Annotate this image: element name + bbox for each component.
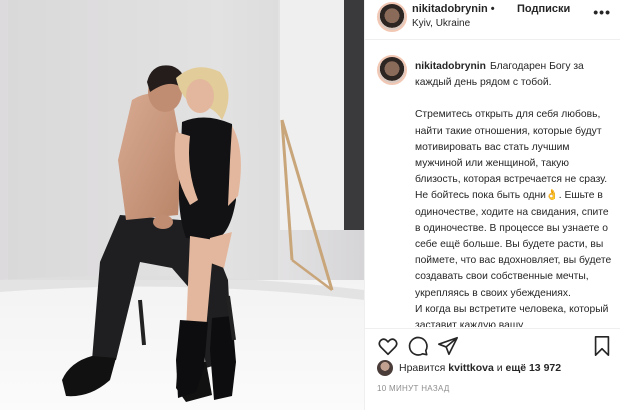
following-button[interactable]: Подписки (517, 3, 570, 15)
likes-count[interactable]: ещё 13 972 (506, 362, 562, 374)
more-options-icon[interactable]: ••• (593, 4, 611, 20)
caption-paragraph-2: Не бойтесь пока быть одни👌. Ешьте в один… (415, 190, 612, 299)
liker-avatar[interactable] (377, 360, 393, 376)
likes-summary: Нравится kvittkova и ещё 13 972 (377, 360, 561, 376)
share-icon[interactable] (437, 335, 459, 357)
caption-area: nikitadobrynin Благодарен Богу за каждый … (365, 41, 620, 327)
avatar[interactable] (377, 2, 407, 32)
post-side-panel: nikitadobrynin • Подписки Kyiv, Ukraine •… (364, 0, 620, 410)
post-photo[interactable] (0, 0, 364, 410)
post-header: nikitadobrynin • Подписки Kyiv, Ukraine •… (365, 0, 620, 40)
likes-prefix: Нравится (399, 362, 446, 374)
location-link[interactable]: Kyiv, Ukraine (412, 18, 470, 29)
action-bar (365, 328, 620, 360)
heart-icon[interactable] (377, 335, 399, 357)
bookmark-icon[interactable] (591, 335, 613, 357)
caption-text: nikitadobrynin Благодарен Богу за каждый … (415, 59, 613, 327)
caption-avatar[interactable] (377, 55, 407, 85)
couple-photo-image (0, 0, 364, 410)
caption-username[interactable]: nikitadobrynin (415, 61, 486, 72)
liker-username[interactable]: kvittkova (448, 362, 494, 374)
username-link[interactable]: nikitadobrynin (412, 3, 488, 15)
separator-dot: • (490, 3, 495, 15)
caption-paragraph-1: Стремитесь открыть для себя любовь, найт… (415, 109, 608, 186)
header-user-row: nikitadobrynin • (412, 3, 498, 15)
post-timestamp[interactable]: 10 МИНУТ НАЗАД (377, 384, 450, 393)
caption-paragraph-3: И когда вы встретите человека, который з… (415, 303, 609, 327)
likes-joiner: и (496, 362, 503, 374)
comment-icon[interactable] (407, 335, 429, 357)
